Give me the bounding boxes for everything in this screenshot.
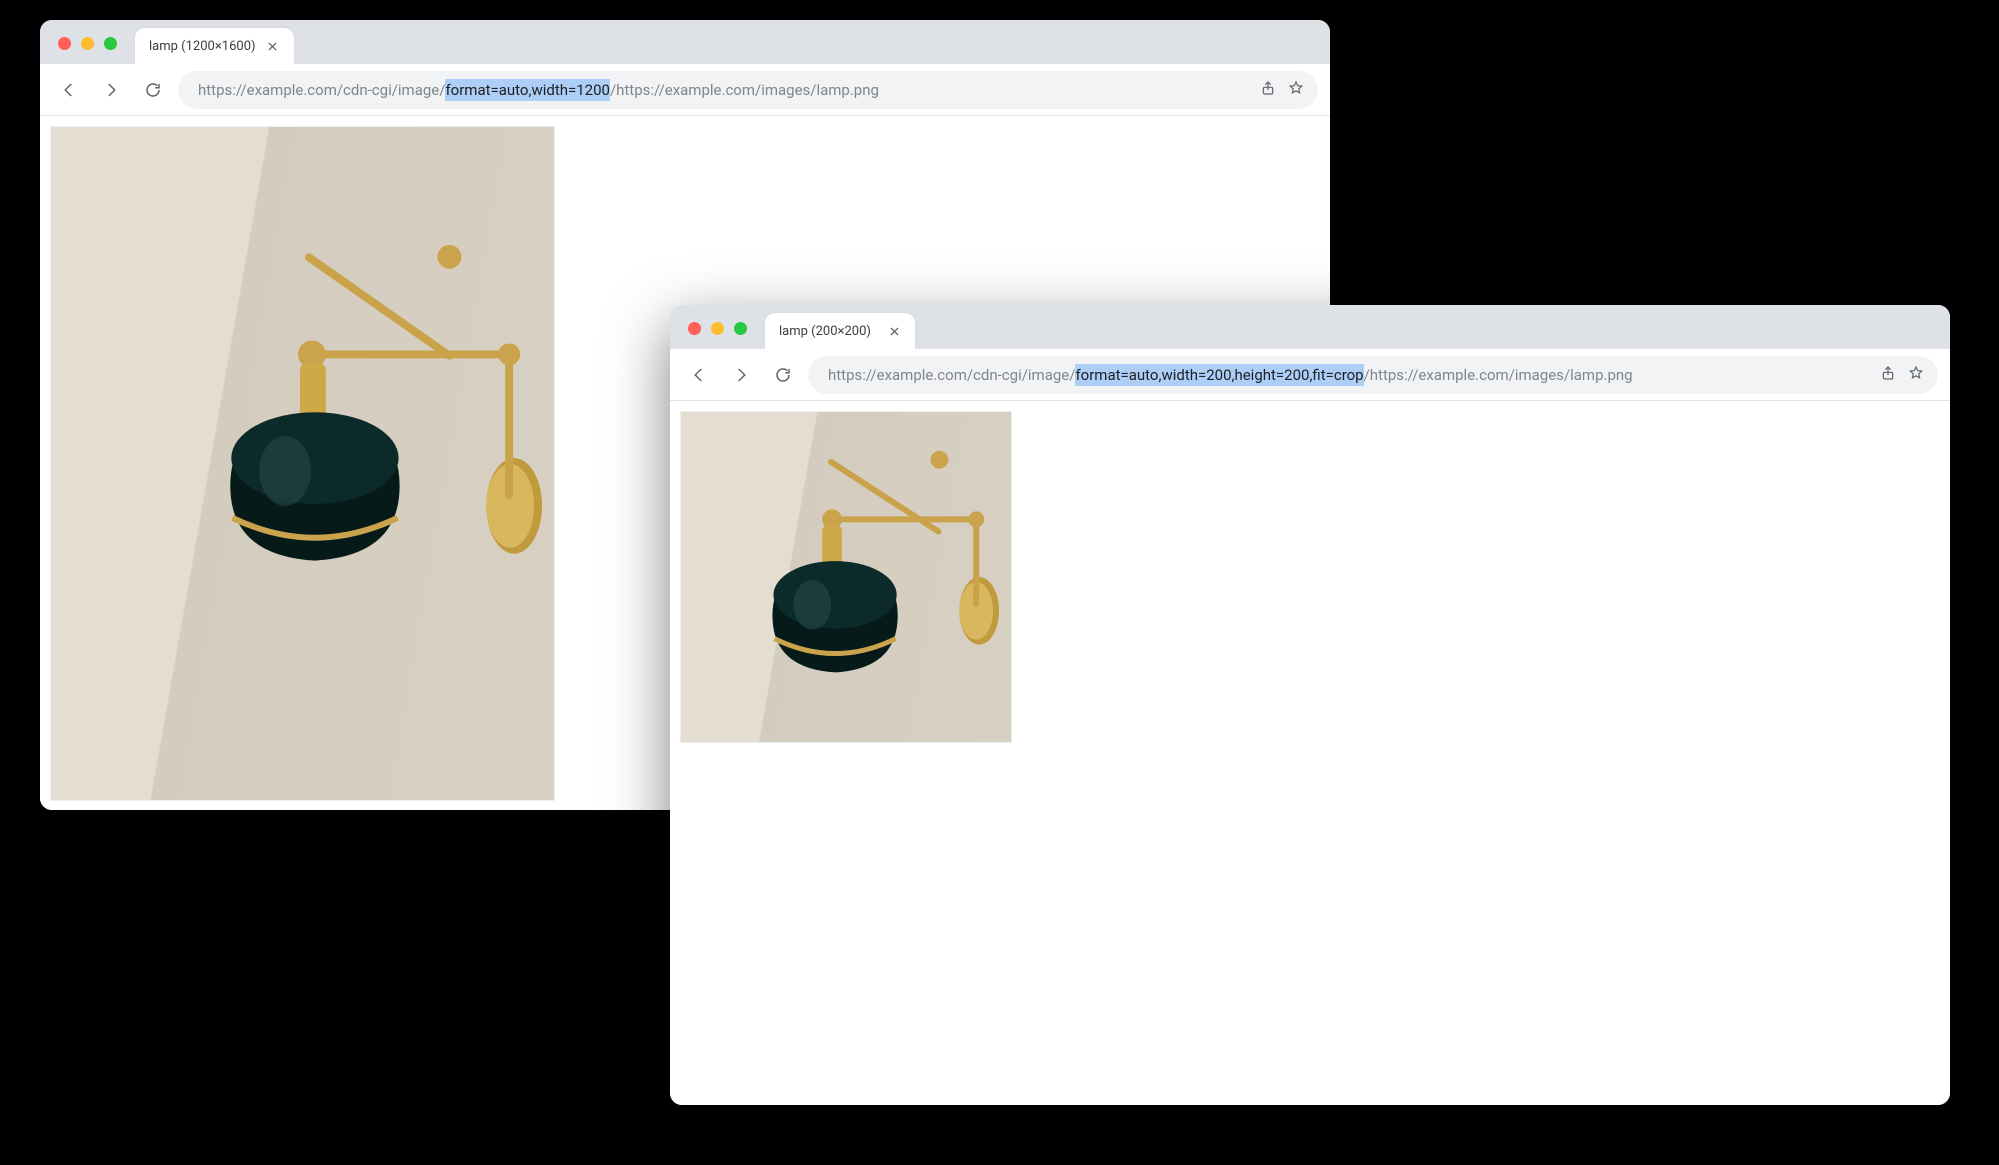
window-close-button[interactable] bbox=[688, 322, 701, 335]
tab-strip: lamp (1200×1600) bbox=[40, 20, 1330, 64]
lamp-illustration bbox=[681, 412, 1011, 742]
url-highlighted-params: format=auto,width=200,height=200,fit=cro… bbox=[1075, 364, 1363, 386]
url-prefix: https://example.com/cdn-cgi/image/ bbox=[198, 81, 445, 99]
close-icon[interactable] bbox=[266, 39, 280, 53]
browser-toolbar: https://example.com/cdn-cgi/image/format… bbox=[40, 64, 1330, 116]
forward-button[interactable] bbox=[94, 73, 128, 107]
window-zoom-button[interactable] bbox=[104, 37, 117, 50]
browser-tab[interactable]: lamp (1200×1600) bbox=[135, 28, 294, 64]
url-prefix: https://example.com/cdn-cgi/image/ bbox=[828, 366, 1075, 384]
bookmark-star-icon[interactable] bbox=[1288, 80, 1304, 100]
window-controls bbox=[688, 322, 747, 335]
window-minimize-button[interactable] bbox=[81, 37, 94, 50]
tab-title: lamp (200×200) bbox=[779, 324, 871, 339]
window-zoom-button[interactable] bbox=[734, 322, 747, 335]
window-controls bbox=[58, 37, 117, 50]
browser-toolbar: https://example.com/cdn-cgi/image/format… bbox=[670, 349, 1950, 401]
bookmark-star-icon[interactable] bbox=[1908, 365, 1924, 385]
window-minimize-button[interactable] bbox=[711, 322, 724, 335]
omnibox-actions bbox=[1880, 365, 1924, 385]
lamp-image-cropped bbox=[680, 411, 1012, 743]
share-icon[interactable] bbox=[1880, 365, 1896, 385]
url-suffix: /https://example.com/images/lamp.png bbox=[610, 81, 879, 99]
browser-window-front: lamp (200×200) https://example.com/cdn-c… bbox=[670, 305, 1950, 1105]
tab-strip: lamp (200×200) bbox=[670, 305, 1950, 349]
lamp-illustration bbox=[51, 127, 554, 800]
browser-tab[interactable]: lamp (200×200) bbox=[765, 313, 915, 349]
tab-title: lamp (1200×1600) bbox=[149, 39, 256, 54]
back-button[interactable] bbox=[52, 73, 86, 107]
back-button[interactable] bbox=[682, 358, 716, 392]
close-icon[interactable] bbox=[887, 324, 901, 338]
reload-button[interactable] bbox=[136, 73, 170, 107]
address-bar[interactable]: https://example.com/cdn-cgi/image/format… bbox=[808, 356, 1938, 394]
url-suffix: /https://example.com/images/lamp.png bbox=[1364, 366, 1633, 384]
lamp-image-large bbox=[50, 126, 555, 801]
address-bar[interactable]: https://example.com/cdn-cgi/image/format… bbox=[178, 71, 1318, 109]
share-icon[interactable] bbox=[1260, 80, 1276, 100]
window-close-button[interactable] bbox=[58, 37, 71, 50]
omnibox-actions bbox=[1260, 80, 1304, 100]
url-highlighted-params: format=auto,width=1200 bbox=[445, 79, 610, 101]
page-content bbox=[670, 401, 1950, 1105]
forward-button[interactable] bbox=[724, 358, 758, 392]
reload-button[interactable] bbox=[766, 358, 800, 392]
